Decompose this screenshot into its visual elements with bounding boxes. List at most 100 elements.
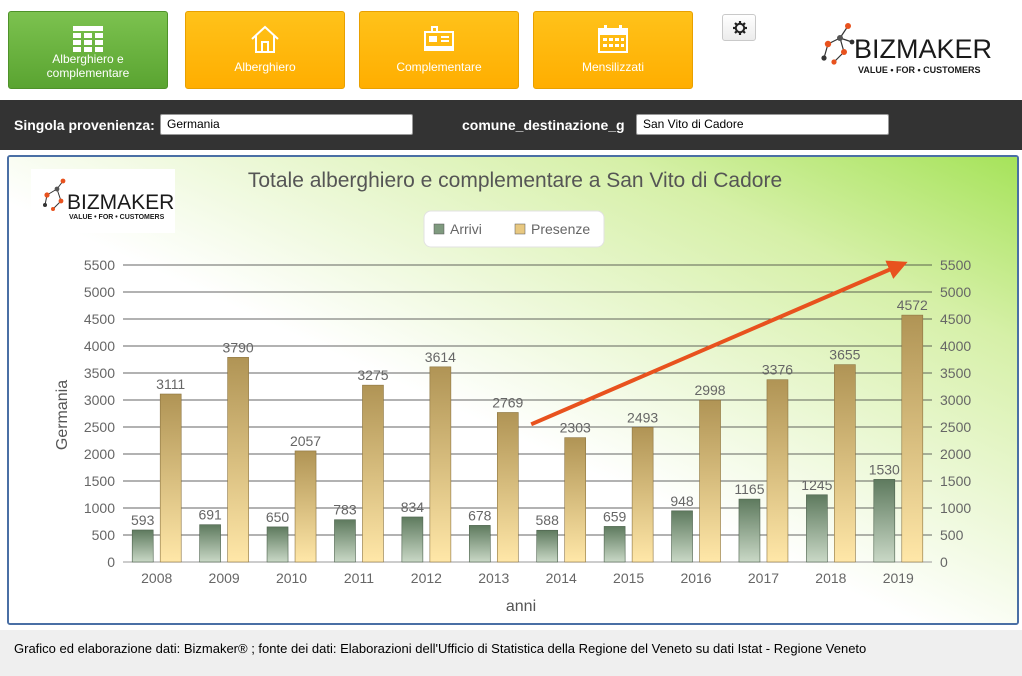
bar-presenze-2018: [834, 364, 856, 563]
nav-button-label: Alberghiero e complementare: [46, 52, 130, 80]
y-tick-label-right: 1500: [940, 473, 971, 489]
chart-panel: BIZMAKER VALUE • FOR • CUSTOMERS Totale …: [7, 155, 1019, 625]
y-tick-label-right: 3000: [940, 392, 971, 408]
data-label-presenze: 4572: [897, 297, 928, 313]
bar-presenze-2009: [227, 357, 249, 563]
y-tick-label-left: 4500: [84, 311, 115, 327]
bar-arrivi-2019: [873, 479, 896, 563]
bar-chart: BIZMAKER VALUE • FOR • CUSTOMERS Totale …: [9, 157, 1017, 623]
y-tick-label-left: 1500: [84, 473, 115, 489]
data-label-arrivi: 678: [468, 507, 492, 523]
y-tick-label-right: 2500: [940, 419, 971, 435]
x-axis-label: anni: [506, 598, 536, 615]
data-label-presenze: 3275: [357, 367, 388, 383]
bar-presenze-2011: [362, 384, 384, 563]
legend-label-presenze: Presenze: [531, 221, 590, 237]
bar-arrivi-2017: [738, 498, 761, 563]
bar-arrivi-2014: [536, 529, 559, 563]
x-tick-label: 2014: [546, 570, 577, 586]
data-label-presenze: 3790: [223, 339, 254, 355]
table-icon: [73, 26, 103, 52]
bar-presenze-2015: [631, 427, 654, 563]
x-tick-label: 2009: [209, 570, 240, 586]
data-label-arrivi: 588: [536, 512, 560, 528]
y-tick-label-right: 5500: [940, 257, 971, 273]
svg-text:BIZMAKER: BIZMAKER: [854, 34, 992, 64]
y-tick-label-right: 3500: [940, 365, 971, 381]
nav-button-alberghiero-e-complementare[interactable]: Alberghiero e complementare: [8, 11, 168, 89]
data-label-presenze: 2998: [694, 382, 725, 398]
y-tick-label-right: 4000: [940, 338, 971, 354]
x-tick-label: 2018: [815, 570, 846, 586]
y-tick-label-left: 500: [92, 527, 116, 543]
x-tick-label: 2012: [411, 570, 442, 586]
calendar-icon: [598, 25, 628, 53]
nav-button-label: Complementare: [396, 60, 482, 74]
data-label-presenze: 2769: [492, 394, 523, 410]
y-tick-label-left: 1000: [84, 500, 115, 516]
bar-arrivi-2011: [334, 519, 356, 563]
y-tick-label-right: 500: [940, 527, 964, 543]
nav-button-mensilizzati[interactable]: Mensilizzati: [533, 11, 693, 89]
data-label-presenze: 3111: [156, 376, 185, 392]
y-tick-label-right: 0: [940, 554, 948, 570]
bar-presenze-2013: [496, 412, 519, 563]
data-label-presenze: 2057: [290, 433, 321, 449]
bar-arrivi-2009: [199, 524, 221, 563]
y-tick-label-left: 3000: [84, 392, 115, 408]
data-label-presenze: 2303: [560, 420, 591, 436]
data-label-presenze: 3614: [425, 349, 456, 365]
nav-button-alberghiero[interactable]: Alberghiero: [185, 11, 345, 89]
bar-presenze-2017: [766, 379, 789, 563]
y-axis-label: Germania: [54, 380, 71, 450]
filter-bar: Singola provenienza: Germania comune_des…: [0, 100, 1022, 150]
bar-arrivi-2015: [603, 526, 626, 563]
bizmaker-logo: BIZMAKER VALUE • FOR • CUSTOMERS: [821, 23, 992, 75]
x-tick-label: 2013: [478, 570, 509, 586]
chart-legend: Arrivi Presenze: [423, 210, 605, 248]
caravan-icon: [424, 26, 454, 51]
y-tick-label-left: 5500: [84, 257, 115, 273]
bar-arrivi-2018: [806, 494, 828, 563]
data-label-arrivi: 948: [670, 493, 694, 509]
bar-arrivi-2013: [468, 525, 491, 563]
bar-presenze-2019: [901, 314, 924, 563]
data-label-arrivi: 783: [333, 502, 357, 518]
data-label-presenze: 3655: [829, 347, 860, 363]
house-icon: [251, 25, 279, 53]
data-label-presenze: 3376: [762, 362, 793, 378]
nav-button-complementare[interactable]: Complementare: [359, 11, 519, 89]
destinazione-label: comune_destinazione_g: [462, 117, 625, 133]
settings-button[interactable]: [722, 14, 756, 41]
footer-source-text: Grafico ed elaborazione dati: Bizmaker® …: [14, 641, 867, 656]
x-tick-label: 2011: [344, 570, 374, 586]
y-tick-label-right: 4500: [940, 311, 971, 327]
legend-swatch-arrivi: [433, 223, 445, 235]
nav-button-label: Mensilizzati: [581, 60, 644, 74]
provenienza-label: Singola provenienza:: [14, 117, 155, 133]
chart-logo: BIZMAKER VALUE • FOR • CUSTOMERS: [31, 169, 175, 233]
svg-text:BIZMAKER: BIZMAKER: [67, 191, 174, 214]
data-label-arrivi: 1245: [801, 477, 832, 493]
data-label-arrivi: 1165: [734, 481, 764, 497]
y-tick-label-right: 1000: [940, 500, 971, 516]
data-label-arrivi: 659: [603, 508, 627, 524]
y-tick-label-right: 5000: [940, 284, 971, 300]
data-label-arrivi: 834: [401, 499, 425, 515]
y-tick-label-left: 2000: [84, 446, 115, 462]
gear-icon: [733, 21, 747, 35]
bar-presenze-2016: [699, 399, 721, 563]
y-tick-label-left: 3500: [84, 365, 115, 381]
footer: Grafico ed elaborazione dati: Bizmaker® …: [0, 630, 1022, 676]
data-label-arrivi: 1530: [869, 461, 900, 477]
data-label-arrivi: 593: [131, 512, 155, 528]
x-tick-label: 2008: [141, 570, 172, 586]
bar-presenze-2012: [429, 366, 452, 563]
provenienza-input[interactable]: Germania: [160, 114, 413, 135]
legend-label-arrivi: Arrivi: [450, 221, 482, 237]
chart-title: Totale alberghiero e complementare a San…: [248, 169, 782, 192]
bar-arrivi-2016: [671, 510, 693, 563]
data-label-arrivi: 691: [198, 507, 222, 523]
destinazione-input[interactable]: San Vito di Cadore: [636, 114, 889, 135]
x-tick-label: 2016: [680, 570, 711, 586]
